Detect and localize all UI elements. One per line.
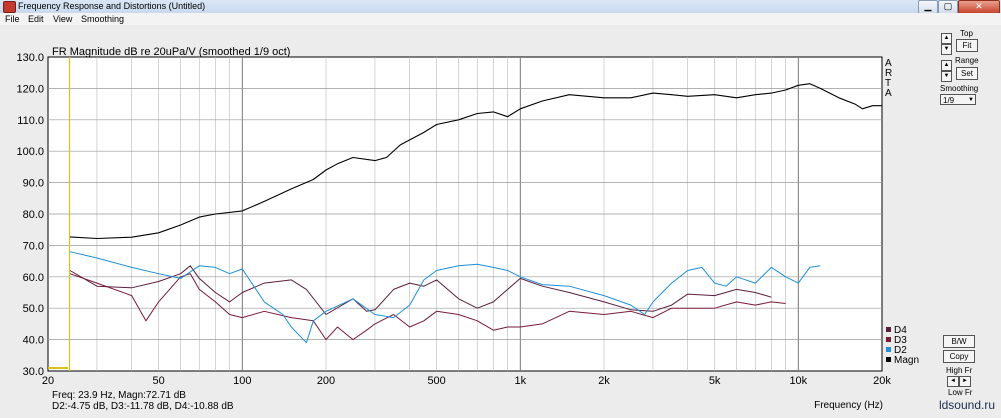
plot-area: FR Magnitude dB re 20uPa/V (smoothed 1/9… <box>0 26 1001 415</box>
arta-letter: A <box>885 88 892 99</box>
app-icon <box>3 1 16 13</box>
menu-smoothing[interactable]: Smoothing <box>81 13 124 25</box>
x-axis-label: Frequency (Hz) <box>814 400 883 411</box>
menu-file[interactable]: File <box>5 13 20 25</box>
cursor-readout-line2: D2:-4.75 dB, D3:-11.78 dB, D4:-10.88 dB <box>52 401 234 412</box>
window-titlebar: Frequency Response and Distortions (Unti… <box>0 0 1001 14</box>
cursor-readout-line1: Freq: 23.9 Hz, Magn:72.71 dB <box>52 390 186 401</box>
top-up-button[interactable]: ▲ <box>941 33 952 44</box>
top-down-button[interactable]: ▼ <box>941 44 952 55</box>
legend: D4D3D2Magn <box>886 325 919 366</box>
arta-label: A R T A <box>885 58 892 99</box>
smoothing-value: 1/9 <box>943 96 955 105</box>
frequency-response-chart[interactable]: FR Magnitude dB re 20uPa/V (smoothed 1/9… <box>0 26 1001 415</box>
minimize-button[interactable]: ▁ <box>918 0 938 14</box>
menu-bar: File Edit View Smoothing <box>0 13 1001 25</box>
legend-swatch-d3 <box>886 337 891 342</box>
watermark: ldsound.ru <box>938 398 995 412</box>
range-label: Range <box>955 56 979 65</box>
legend-swatch-d4 <box>886 327 891 332</box>
x-tick-label: 50 <box>153 375 165 387</box>
x-tick-label: 10k <box>789 375 807 387</box>
legend-label-magn: Magn <box>894 355 919 366</box>
fit-button[interactable]: Fit <box>956 39 978 52</box>
y-tick-label: 40.0 <box>23 335 44 347</box>
y-tick-label: 70.0 <box>23 240 44 252</box>
maximize-button[interactable]: ▢ <box>938 0 958 14</box>
high-fr-left-button[interactable]: ◄ <box>947 376 959 387</box>
set-button[interactable]: Set <box>956 67 978 80</box>
x-tick-labels: 20 50 100 200 500 1k 2k 5k 10k 20k <box>42 375 891 387</box>
range-up-button[interactable]: ▲ <box>941 60 952 71</box>
y-tick-label: 60.0 <box>23 272 44 284</box>
x-tick-label: 20k <box>873 375 891 387</box>
chart-title: FR Magnitude dB re 20uPa/V (smoothed 1/9… <box>52 46 290 58</box>
x-tick-label: 100 <box>233 375 251 387</box>
y-tick-labels: 30.0 40.0 50.0 60.0 70.0 80.0 90.0 100.0 110.0 12… <box>16 52 44 378</box>
range-down-button[interactable]: ▼ <box>941 71 952 82</box>
x-tick-label: 1k <box>515 375 527 387</box>
x-tick-label: 20 <box>42 375 54 387</box>
y-tick-label: 50.0 <box>23 303 44 315</box>
copy-button[interactable]: Copy <box>943 350 975 363</box>
high-fr-right-button[interactable]: ► <box>959 376 971 387</box>
x-tick-label: 200 <box>317 375 335 387</box>
window-title: Frequency Response and Distortions (Unti… <box>18 1 206 11</box>
y-tick-label: 90.0 <box>23 178 44 190</box>
chevron-down-icon: ▼ <box>968 97 974 103</box>
smoothing-label: Smoothing <box>940 84 979 93</box>
legend-swatch-d2 <box>886 347 891 352</box>
y-tick-label: 110.0 <box>17 115 44 127</box>
low-fr-label: Low Fr <box>948 388 973 397</box>
x-tick-label: 5k <box>709 375 721 387</box>
smoothing-select[interactable]: 1/9 ▼ <box>940 94 976 105</box>
menu-edit[interactable]: Edit <box>28 13 44 25</box>
y-tick-label: 100.0 <box>16 146 44 158</box>
legend-swatch-magn <box>886 357 891 362</box>
close-button[interactable]: ✕ <box>958 0 1000 14</box>
y-tick-label: 30.0 <box>23 366 44 378</box>
y-tick-label: 120.0 <box>16 83 44 95</box>
high-fr-label: High Fr <box>946 366 973 375</box>
x-tick-label: 2k <box>598 375 610 387</box>
bw-button[interactable]: B/W <box>943 335 975 348</box>
x-tick-label: 500 <box>427 375 445 387</box>
menu-view[interactable]: View <box>53 13 72 25</box>
y-tick-label: 80.0 <box>23 209 44 221</box>
top-label: Top <box>960 29 973 38</box>
y-tick-label: 130.0 <box>16 52 44 64</box>
